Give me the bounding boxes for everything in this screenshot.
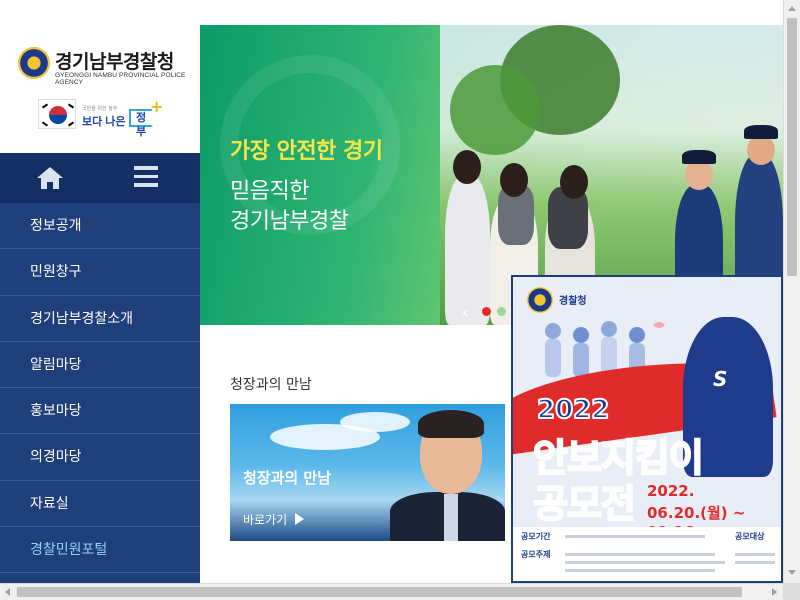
menu-item-info-disclosure[interactable]: 정보공개 <box>0 203 200 250</box>
hamburger-menu-button[interactable] <box>134 166 160 190</box>
browser-viewport: 경기남부경찰청 GYEONGGI NAMBU PROVINCIAL POLICE… <box>0 0 783 583</box>
popup-label-period: 공모기간 <box>521 532 551 541</box>
chevron-left-icon[interactable]: ‹ <box>462 303 469 322</box>
chief-card[interactable]: 청장과의 만남 바로가기 <box>230 404 505 541</box>
chief-section-title: 청장과의 만남 <box>230 377 312 393</box>
popup-date-year: 2022. <box>647 482 695 500</box>
menu-item-conscript[interactable]: 의경마당 <box>0 434 200 481</box>
popup-org-name: 경찰청 <box>559 296 587 307</box>
popup-year: 2022 <box>536 394 610 426</box>
home-icon <box>37 167 63 189</box>
slider-dot-active[interactable] <box>482 307 491 316</box>
vertical-scrollbar[interactable] <box>783 0 800 583</box>
home-button[interactable] <box>36 165 64 191</box>
menu-item-civil-service[interactable]: 민원창구 <box>0 249 200 296</box>
student-head <box>453 150 481 184</box>
banner-subline-2: 경기남부경찰 <box>230 209 349 234</box>
play-arrow-icon <box>295 513 305 525</box>
site-subtitle: GYEONGGI NAMBU PROVINCIAL POLICE AGENCY <box>55 72 186 86</box>
officer-head <box>747 135 775 165</box>
scrollbar-corner <box>783 583 800 600</box>
police-emblem-icon <box>527 287 553 313</box>
nav-top-bar <box>0 153 200 203</box>
plus-icon: + <box>150 97 164 116</box>
korea-flag-icon <box>38 99 76 129</box>
police-cap <box>744 125 778 139</box>
menu-item-notices[interactable]: 알림마당 <box>0 342 200 389</box>
officer-head <box>685 160 713 190</box>
shortcut-label: 바로가기 <box>243 513 288 527</box>
horizontal-scroll-thumb[interactable] <box>17 587 742 597</box>
site-title[interactable]: 경기남부경찰청 <box>55 47 174 74</box>
popup-label-theme: 공모주제 <box>521 550 551 559</box>
slider-dot[interactable] <box>497 307 506 316</box>
police-emblem-icon[interactable] <box>18 47 50 79</box>
menu-item-pr[interactable]: 홍보마당 <box>0 388 200 435</box>
menu-item-civil-portal[interactable]: 경찰민원포털 <box>0 527 200 574</box>
horizontal-scrollbar[interactable] <box>0 583 783 600</box>
police-cap <box>682 150 716 164</box>
gov-slogan-main: 보다 나은 <box>82 116 126 128</box>
banner-headline: 가장 안전한 경기 <box>230 139 383 164</box>
banner-subline-1: 믿음직한 <box>230 179 309 204</box>
menu-item-archive[interactable]: 자료실 <box>0 481 200 528</box>
gov-slogan-small: 국민을 위한 정부 <box>82 106 118 112</box>
chief-card-title: 청장과의 만남 <box>243 469 332 487</box>
popup-label-target: 공모대상 <box>735 532 765 541</box>
student-head <box>560 165 588 199</box>
hamburger-menu-icon <box>134 166 158 170</box>
hero-emblem: S <box>713 367 728 391</box>
popup-details: 공모기간 공모대상 공모주제 <box>513 527 781 581</box>
shortcut-link[interactable]: 바로가기 <box>243 511 305 528</box>
scroll-left-icon[interactable] <box>5 588 10 596</box>
popup-headline-2: 공모전 <box>532 481 637 527</box>
main-menu: 정보공개 민원창구 경기남부경찰소개 알림마당 홍보마당 의경마당 자료실 경찰… <box>0 203 200 574</box>
scroll-down-icon[interactable] <box>788 570 796 575</box>
scroll-up-icon[interactable] <box>788 6 796 11</box>
sidebar: 경기남부경찰청 GYEONGGI NAMBU PROVINCIAL POLICE… <box>0 25 200 583</box>
student-head <box>500 163 528 197</box>
top-strip <box>0 0 783 25</box>
contest-popup[interactable]: 경찰청 S 2022 안보지킴이 공모전 2022. 06.20.(월) ~ 0… <box>511 275 783 583</box>
scroll-right-icon[interactable] <box>772 588 777 596</box>
tree-shape <box>450 65 540 155</box>
chief-photo <box>390 404 505 541</box>
menu-item-about[interactable]: 경기남부경찰소개 <box>0 296 200 342</box>
brand-area: 경기남부경찰청 GYEONGGI NAMBU PROVINCIAL POLICE… <box>0 25 200 153</box>
vertical-scroll-thumb[interactable] <box>787 18 797 276</box>
